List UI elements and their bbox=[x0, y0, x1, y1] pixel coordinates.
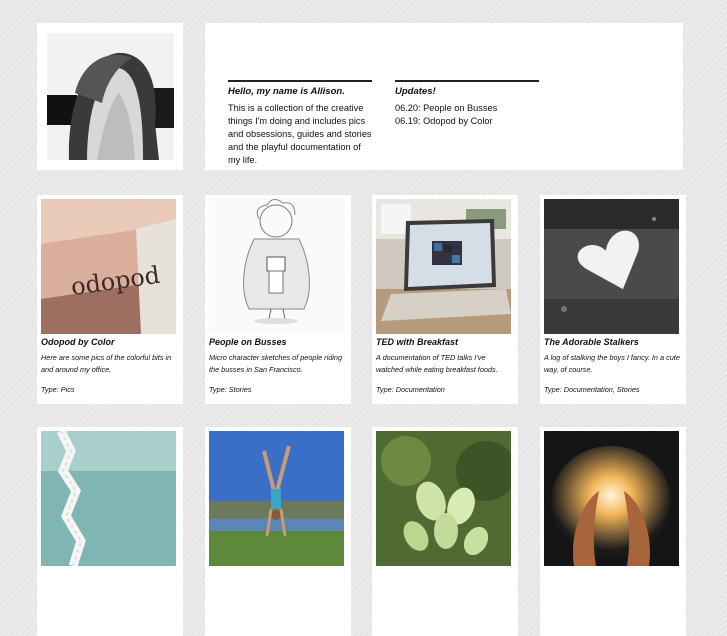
project-title[interactable]: TED with Breakfast bbox=[376, 337, 516, 347]
about-divider bbox=[228, 80, 372, 82]
project-title[interactable]: People on Busses bbox=[209, 337, 349, 347]
project-type: Type: Documentation bbox=[376, 385, 445, 394]
project-description: A log of stalking the boys I fancy. In a… bbox=[544, 353, 680, 374]
paper-chain-photo bbox=[41, 431, 176, 566]
about-section: Hello, my name is Allison. This is a col… bbox=[228, 80, 372, 167]
project-description: Micro character sketches of people ridin… bbox=[209, 353, 343, 374]
project-card[interactable] bbox=[205, 427, 351, 636]
update-link[interactable]: 06.19: Odopod by Color bbox=[395, 115, 539, 128]
updates-divider bbox=[395, 80, 539, 82]
project-thumbnail[interactable] bbox=[209, 199, 344, 334]
laptop-photo bbox=[376, 199, 511, 334]
updates-heading: Updates! bbox=[395, 86, 436, 97]
project-card[interactable] bbox=[37, 427, 183, 636]
avatar bbox=[47, 33, 174, 160]
project-card[interactable]: People on Busses Micro character sketche… bbox=[205, 195, 351, 404]
project-thumbnail[interactable] bbox=[376, 431, 511, 566]
project-thumbnail[interactable] bbox=[41, 431, 176, 566]
bus-sketch-icon bbox=[209, 199, 344, 334]
project-card[interactable] bbox=[540, 427, 686, 636]
intro-panel: Hello, my name is Allison. This is a col… bbox=[205, 23, 683, 170]
project-thumbnail[interactable] bbox=[544, 199, 679, 334]
odopod-sign-photo: odopod bbox=[41, 199, 176, 334]
about-text: This is a collection of the creative thi… bbox=[228, 103, 372, 165]
about-heading: Hello, my name is Allison. bbox=[228, 86, 345, 97]
project-description: A documentation of TED talks I've watche… bbox=[376, 353, 498, 374]
flower-photo bbox=[376, 431, 511, 566]
project-type: Type: Pics bbox=[41, 385, 75, 394]
project-thumbnail[interactable] bbox=[544, 431, 679, 566]
project-card[interactable]: TED with Breakfast A documentation of TE… bbox=[372, 195, 518, 404]
project-card[interactable] bbox=[372, 427, 518, 636]
project-title[interactable]: Odopod by Color bbox=[41, 337, 181, 347]
glowing-hands-photo bbox=[544, 431, 679, 566]
project-type: Type: Stories bbox=[209, 385, 252, 394]
project-description: Here are some pics of the colorful bits … bbox=[41, 353, 172, 374]
project-title[interactable]: The Adorable Stalkers bbox=[544, 337, 684, 347]
handstand-photo bbox=[209, 431, 344, 566]
updates-section: Updates! 06.20: People on Busses 06.19: … bbox=[395, 80, 539, 128]
project-card[interactable]: odopod Odopod by Color Here are some pic… bbox=[37, 195, 183, 404]
project-card[interactable]: The Adorable Stalkers A log of stalking … bbox=[540, 195, 686, 404]
profile-card bbox=[37, 23, 183, 170]
heart-photo bbox=[544, 199, 679, 334]
project-thumbnail[interactable]: odopod bbox=[41, 199, 176, 334]
project-thumbnail[interactable] bbox=[209, 431, 344, 566]
project-type: Type: Documentation, Stories bbox=[544, 385, 640, 394]
update-link[interactable]: 06.20: People on Busses bbox=[395, 102, 539, 115]
project-thumbnail[interactable] bbox=[376, 199, 511, 334]
